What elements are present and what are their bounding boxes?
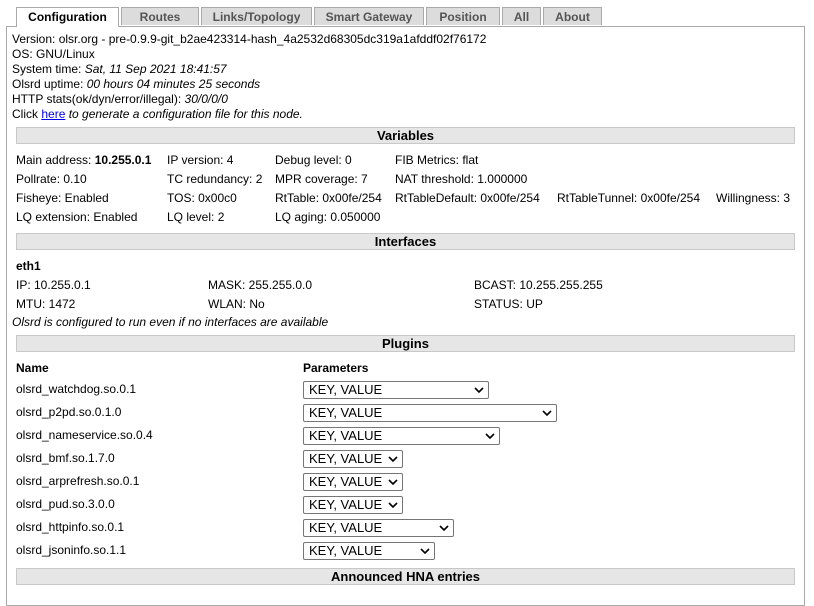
mpr-coverage: MPR coverage: 7 xyxy=(275,172,368,186)
plugin-name: olsrd_nameservice.so.0.4 xyxy=(16,428,153,442)
interface-bcast: BCAST: 10.255.255.255 xyxy=(474,278,603,292)
os-line: OS: GNU/Linux xyxy=(12,47,95,61)
rttable: RtTable: 0x00fe/254 xyxy=(275,191,382,205)
plugin-params-select[interactable]: KEY, VALUE xyxy=(303,519,454,537)
os-value: GNU/Linux xyxy=(36,47,95,61)
tab-smart-gateway[interactable]: Smart Gateway xyxy=(314,7,424,25)
plugin-params-value: KEY, VALUE xyxy=(309,428,383,443)
http-stats-line: HTTP stats(ok/dyn/error/illegal): 30/0/0… xyxy=(12,92,228,106)
version-value: olsr.org - pre-0.9.9-git_b2ae423314-hash… xyxy=(58,32,487,46)
os-label: OS: xyxy=(12,47,33,61)
version-line: Version: olsr.org - pre-0.9.9-git_b2ae42… xyxy=(12,32,486,46)
interface-mtu: MTU: 1472 xyxy=(16,297,76,311)
lq-level: LQ level: 2 xyxy=(167,210,225,224)
plugin-params-value: KEY, VALUE xyxy=(309,474,383,489)
variables-header: Variables xyxy=(16,127,795,144)
pollrate: Pollrate: 0.10 xyxy=(16,172,87,186)
generate-config-link[interactable]: here xyxy=(41,107,65,121)
uptime-value: 00 hours 04 minutes 25 seconds xyxy=(86,77,261,91)
plugin-name: olsrd_watchdog.so.0.1 xyxy=(16,382,137,396)
plugin-name: olsrd_arprefresh.so.0.1 xyxy=(16,474,140,488)
lq-aging: LQ aging: 0.050000 xyxy=(275,210,381,224)
tc-redundancy: TC redundancy: 2 xyxy=(167,172,263,186)
main-address-value: 10.255.0.1 xyxy=(94,153,152,167)
click-post-text: to generate a configuration file for thi… xyxy=(68,107,303,121)
main-address-label: Main address: xyxy=(16,153,92,167)
plugin-params-select[interactable]: KEY, VALUE xyxy=(303,473,403,491)
tab-links-topology[interactable]: Links/Topology xyxy=(201,7,312,25)
plugin-params-select[interactable]: KEY, VALUE xyxy=(303,404,557,422)
tab-about[interactable]: About xyxy=(543,7,602,25)
plugins-header: Plugins xyxy=(16,335,795,352)
hna-header: Announced HNA entries xyxy=(16,568,795,585)
click-text: Click xyxy=(12,107,38,121)
tab-routes[interactable]: Routes xyxy=(121,7,199,25)
chevron-down-icon xyxy=(388,502,398,509)
lq-extension: LQ extension: Enabled xyxy=(16,210,138,224)
plugins-col-parameters: Parameters xyxy=(303,361,369,375)
rttable-default: RtTableDefault: 0x00fe/254 xyxy=(395,191,540,205)
ip-version: IP version: 4 xyxy=(167,153,234,167)
interface-name: eth1 xyxy=(16,259,41,273)
chevron-down-icon xyxy=(439,525,449,532)
plugin-params-select[interactable]: KEY, VALUE xyxy=(303,427,500,445)
nat-threshold: NAT threshold: 1.000000 xyxy=(395,172,528,186)
interface-wlan: WLAN: No xyxy=(208,297,265,311)
system-time-label: System time: xyxy=(12,62,82,76)
plugin-params-value: KEY, VALUE xyxy=(309,451,383,466)
interfaces-note: Olsrd is configured to run even if no in… xyxy=(12,315,329,329)
interface-status: STATUS: UP xyxy=(474,297,543,311)
plugin-params-value: KEY, VALUE xyxy=(309,405,383,420)
plugin-params-select[interactable]: KEY, VALUE xyxy=(303,381,489,399)
tab-configuration[interactable]: Configuration xyxy=(16,7,119,27)
chevron-down-icon xyxy=(485,433,495,440)
willingness: Willingness: 3 xyxy=(716,191,791,205)
plugin-name: olsrd_p2pd.so.0.1.0 xyxy=(16,405,122,419)
interface-ip: IP: 10.255.0.1 xyxy=(16,278,91,292)
chevron-down-icon xyxy=(420,548,430,555)
plugin-params-value: KEY, VALUE xyxy=(309,543,383,558)
interface-mask: MASK: 255.255.0.0 xyxy=(208,278,313,292)
plugin-name: olsrd_jsoninfo.so.1.1 xyxy=(16,543,127,557)
plugin-params-value: KEY, VALUE xyxy=(309,497,383,512)
tos: TOS: 0x00c0 xyxy=(167,191,237,205)
config-file-line: Click here to generate a configuration f… xyxy=(12,107,303,121)
plugin-params-value: KEY, VALUE xyxy=(309,382,383,397)
fisheye: Fisheye: Enabled xyxy=(16,191,109,205)
http-stats-label: HTTP stats(ok/dyn/error/illegal): xyxy=(12,92,182,106)
plugin-name: olsrd_bmf.so.1.7.0 xyxy=(16,451,115,465)
plugin-params-select[interactable]: KEY, VALUE xyxy=(303,542,435,560)
rttable-tunnel: RtTableTunnel: 0x00fe/254 xyxy=(557,191,700,205)
main-address: Main address: 10.255.0.1 xyxy=(16,153,151,167)
system-time-value: Sat, 11 Sep 2021 18:41:57 xyxy=(84,62,227,76)
chevron-down-icon xyxy=(542,410,552,417)
interfaces-header: Interfaces xyxy=(16,233,795,250)
fib-metrics: FIB Metrics: flat xyxy=(395,153,479,167)
http-stats-value: 30/0/0/0 xyxy=(184,92,228,106)
plugin-params-select[interactable]: KEY, VALUE xyxy=(303,450,403,468)
system-time-line: System time: Sat, 11 Sep 2021 18:41:57 xyxy=(12,62,227,76)
plugin-name: olsrd_httpinfo.so.0.1 xyxy=(16,520,125,534)
chevron-down-icon xyxy=(388,479,398,486)
plugin-name: olsrd_pud.so.3.0.0 xyxy=(16,497,115,511)
tab-all[interactable]: All xyxy=(502,7,541,25)
uptime-label: Olsrd uptime: xyxy=(12,77,84,91)
plugin-params-select[interactable]: KEY, VALUE xyxy=(303,496,403,514)
debug-level: Debug level: 0 xyxy=(275,153,352,167)
uptime-line: Olsrd uptime: 00 hours 04 minutes 25 sec… xyxy=(12,77,260,91)
plugin-params-value: KEY, VALUE xyxy=(309,520,383,535)
tab-position[interactable]: Position xyxy=(426,7,500,25)
version-label: Version: xyxy=(12,32,56,46)
chevron-down-icon xyxy=(388,456,398,463)
plugins-col-name: Name xyxy=(16,361,49,375)
chevron-down-icon xyxy=(474,387,484,394)
